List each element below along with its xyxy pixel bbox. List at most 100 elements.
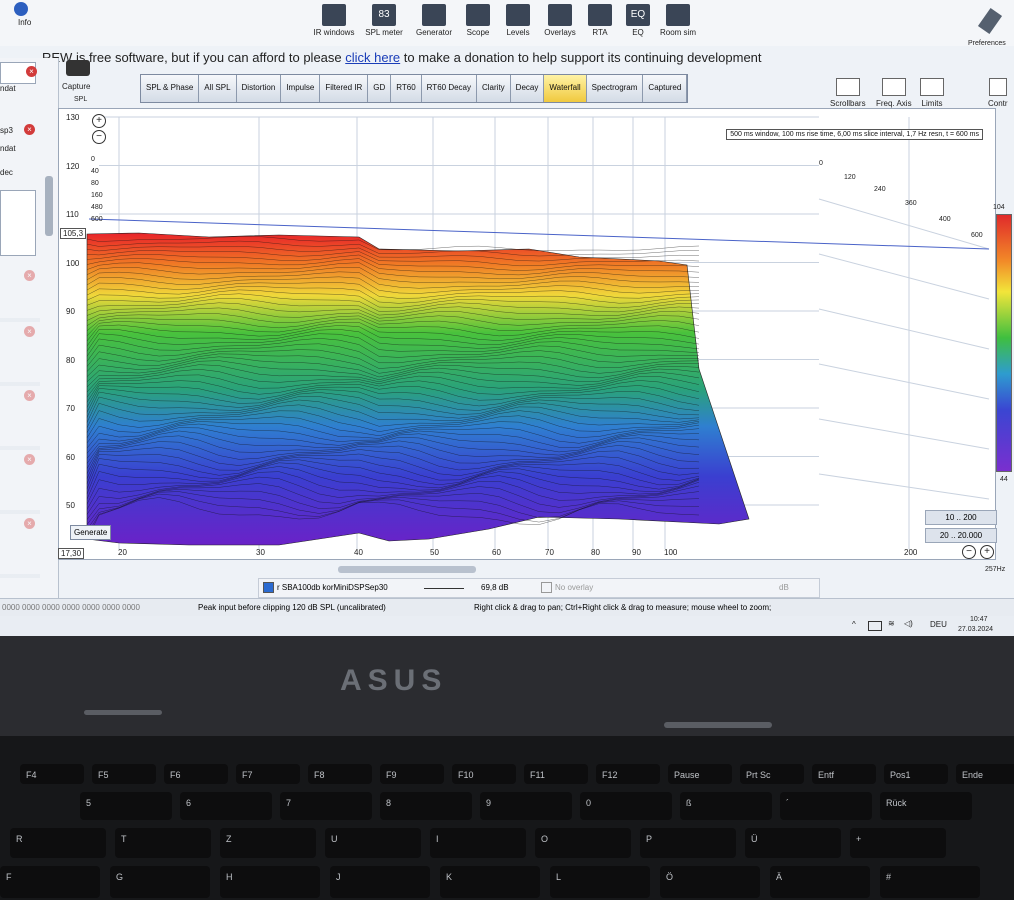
sidebar-scrollbar[interactable] [45,176,53,236]
language-indicator[interactable]: DEU [930,620,947,629]
screen: Info IR windows 83 SPL meter Generator Scope… [0,0,1014,636]
camera-icon[interactable] [66,60,90,76]
keyboard-key: 7 [280,792,372,820]
no-overlay-checkbox[interactable] [541,582,552,593]
y-cursor-value: 105,3 [60,228,87,239]
tab-spectrogram[interactable]: Spectrogram [586,75,644,102]
room-sim-icon [666,4,690,26]
colorbar-min: 44 [1000,476,1008,483]
horizontal-scrollbar[interactable] [338,566,476,573]
tab-decay[interactable]: Decay [510,75,545,102]
key-label: 8 [386,798,392,808]
y-tick-label: 80 [66,355,75,365]
series-line [424,588,464,589]
zoom-in-icon[interactable]: + [92,114,106,128]
tab-gd[interactable]: GD [368,75,392,102]
waterfall-surface [86,232,750,546]
generate-button[interactable]: Generate [70,525,112,540]
key-label: # [886,872,892,882]
legend-row: r SBA100db korMiniDSPSep30 69,8 dB No ov… [258,578,820,598]
time-label-right: 0 [819,160,823,167]
tool-spl-meter[interactable]: 83 SPL meter [362,4,406,37]
key-label: ´ [786,798,789,808]
key-label: F4 [26,770,37,780]
x-tick-label: 30 [256,548,265,557]
tab-all-spl[interactable]: All SPL [199,75,237,102]
colorbar [996,214,1012,472]
keyboard-key: F10 [452,764,516,784]
tool-scope[interactable]: Scope [456,4,500,37]
info-icon[interactable] [14,2,28,16]
overlays-icon [548,4,572,26]
tab-rt60[interactable]: RT60 [391,75,422,102]
time-label-left: 80 [91,180,99,187]
limits-control[interactable]: Limits [920,78,944,108]
tool-eq[interactable]: EQ EQ [616,4,660,37]
tool-label: IR windows [313,28,355,37]
rta-icon [588,4,612,26]
wrench-icon[interactable] [977,7,1003,35]
y-tick-label: 130 [66,113,80,122]
range-button-full[interactable]: 20 .. 20.000 [925,528,997,543]
keyboard-key: Rück [880,792,972,820]
freq-axis-control[interactable]: Freq. Axis [876,78,912,108]
keyboard-key: 8 [380,792,472,820]
waterfall-graph[interactable]: 0 40 80 160 480 600 0 120 240 360 400 600 [59,109,995,559]
keyboard-key: 9 [480,792,572,820]
time-label-right: 400 [939,216,951,223]
keyboard-key: Entf [812,764,876,784]
key-label: T [121,834,127,844]
donate-link[interactable]: click here [345,50,400,65]
zoom-out-x-icon[interactable]: − [962,545,976,559]
x-tick-label: 20 [118,548,127,557]
range-button-10-200[interactable]: 10 .. 200 [925,510,997,525]
series-checkbox[interactable] [263,582,274,593]
tab-distortion[interactable]: Distortion [236,75,282,102]
tool-ir-windows[interactable]: IR windows [312,4,356,37]
tab-waterfall[interactable]: Waterfall [544,75,587,102]
key-label: Z [226,834,232,844]
keyboard-key: T [115,828,211,858]
tab-filtered-ir[interactable]: Filtered IR [320,75,369,102]
tab-spl-phase[interactable]: SPL & Phase [141,75,200,102]
tool-levels[interactable]: Levels [496,4,540,37]
keyboard: F4 F5 F6 F7 F8 F9 F10 F11 F12 Pause Prt Sc Entf Pos1… [0,736,1014,900]
tool-room-sim[interactable]: Room sim [656,4,700,37]
clock-date[interactable]: 27.03.2024 [958,626,993,633]
controls-control[interactable]: Contr [988,78,1008,108]
keyboard-key: Ü [745,828,841,858]
zoom-in-x-icon[interactable]: + [980,545,994,559]
y-tick-label: 90 [66,307,75,316]
clock-time[interactable]: 10:47 [970,616,988,623]
tab-rt60-decay[interactable]: RT60 Decay [421,75,477,102]
wifi-icon[interactable]: ≋ [888,619,895,628]
graph-tabs: SPL & Phase All SPL Distortion Impulse Filte… [140,74,689,103]
time-label-right: 120 [844,174,856,181]
scrollbars-control[interactable]: Scrollbars [830,78,866,108]
tool-generator[interactable]: Generator [412,4,456,37]
status-counters: 0000 0000 0000 0000 0000 0000 0000 [2,603,140,612]
keyboard-key: K [440,866,540,898]
x-axis-end: 257Hz [985,566,1006,573]
tab-clarity[interactable]: Clarity [477,75,511,102]
tool-label: Generator [415,28,453,37]
laptop-logo: ASUS [340,664,448,697]
x-cursor-value: 17,30 [58,548,85,559]
volume-icon[interactable]: ◁) [904,619,913,628]
remove-icon[interactable]: × [24,124,35,135]
keyboard-key: 0 [580,792,672,820]
capture-label[interactable]: Capture [62,82,90,91]
donate-text-after: to make a donation to help support its c… [400,50,762,65]
tool-overlays[interactable]: Overlays [538,4,582,37]
y-tick-label: 110 [66,210,79,219]
remove-icon[interactable]: × [26,66,37,77]
key-label: 0 [586,798,592,808]
notes-panel[interactable] [0,190,36,256]
tab-impulse[interactable]: Impulse [281,75,321,102]
tray-chevron-icon[interactable]: ^ [852,620,856,629]
battery-icon[interactable] [868,621,882,631]
waterfall-plot[interactable]: 0 40 80 160 480 600 0 120 240 360 400 600 500 ms wi… [58,108,996,560]
tab-captured[interactable]: Captured [643,75,688,102]
zoom-out-icon[interactable]: − [92,130,106,144]
keyboard-key: ´ [780,792,872,820]
